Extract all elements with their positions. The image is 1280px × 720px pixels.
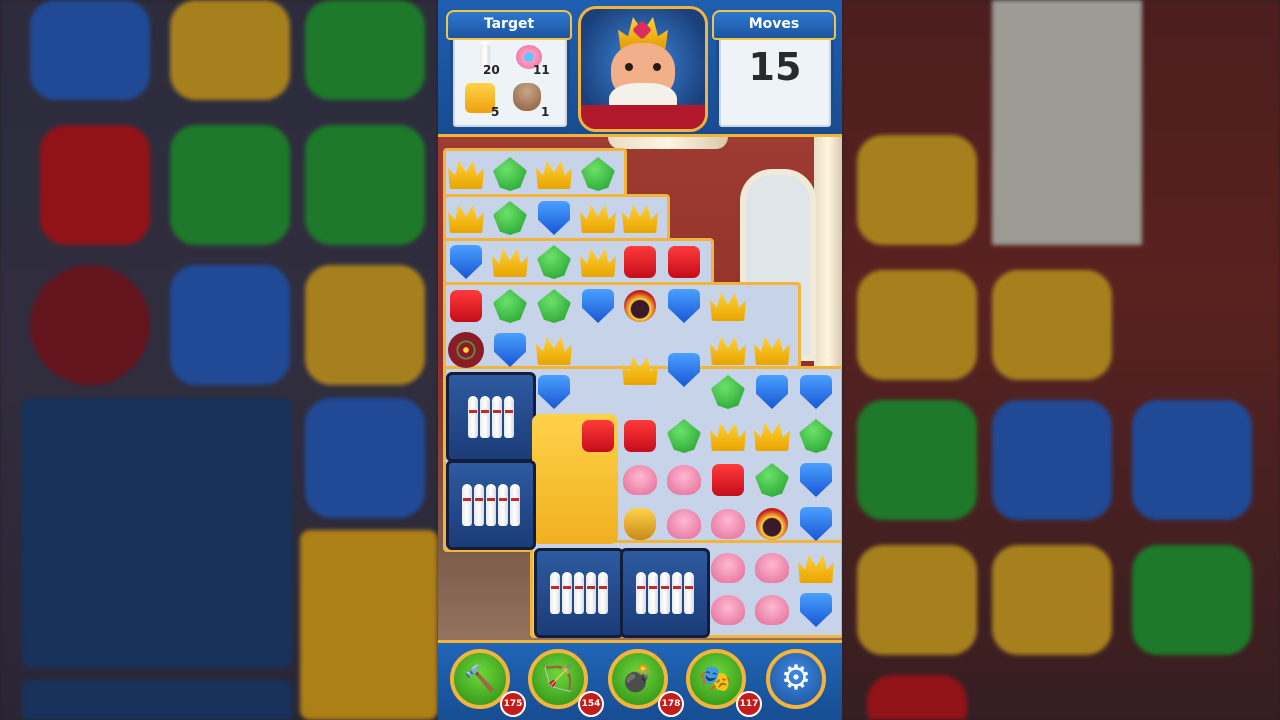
shield-tile[interactable] (662, 284, 706, 328)
box-tile[interactable] (618, 240, 662, 284)
king-avatar (578, 6, 708, 132)
bowling-pins-blocker (446, 372, 536, 462)
shield-tile[interactable] (444, 240, 488, 284)
shell-tile[interactable] (662, 458, 706, 502)
jester-ball-tile[interactable] (750, 502, 794, 546)
candy-bomb-tile[interactable] (444, 328, 488, 372)
target-label: Target (446, 10, 572, 40)
crown-tile[interactable] (576, 196, 620, 240)
jester-ball-tile[interactable] (618, 284, 662, 328)
shield-tile[interactable] (794, 370, 838, 414)
leaf-tile[interactable] (488, 196, 532, 240)
leaf-tile[interactable] (488, 152, 532, 196)
box-tile[interactable] (706, 458, 750, 502)
leaf-tile[interactable] (576, 152, 620, 196)
target-panel: 20 11 5 1 (450, 30, 570, 130)
top-bar: 20 11 5 1 Target 15 Moves (438, 0, 842, 137)
bowling-pins-blocker (534, 548, 624, 638)
leaf-tile[interactable] (662, 414, 706, 458)
box-tile[interactable] (662, 240, 706, 284)
bowling-pins-blocker (620, 548, 710, 638)
crown-tile[interactable] (532, 152, 576, 196)
crown-tile[interactable] (444, 152, 488, 196)
shell-tile[interactable] (706, 546, 750, 590)
shield-tile[interactable] (662, 348, 706, 392)
gear-icon: ⚙ (780, 658, 812, 698)
crown-tile[interactable] (706, 414, 750, 458)
arrow-icon: 🏹 (541, 664, 575, 694)
crown-tile[interactable] (444, 196, 488, 240)
crown-tile[interactable] (794, 546, 838, 590)
background-right (842, 0, 1280, 720)
moves-label: Moves (712, 10, 836, 40)
hammer-count: 175 (500, 691, 526, 717)
background-left (0, 0, 438, 720)
crown-tile[interactable] (706, 328, 750, 372)
cannon-icon: 💣 (621, 664, 655, 694)
crown-tile[interactable] (750, 328, 794, 372)
shell-tile[interactable] (750, 546, 794, 590)
cannon-count: 178 (658, 691, 684, 717)
shield-tile[interactable] (750, 370, 794, 414)
target-count-honey: 5 (491, 105, 500, 119)
box-tile[interactable] (576, 414, 620, 458)
settings-button[interactable]: ⚙ (766, 649, 826, 709)
shield-tile[interactable] (532, 370, 576, 414)
moves-panel: 15 (716, 30, 834, 130)
shield-tile[interactable] (488, 328, 532, 372)
pot-icon (511, 83, 543, 115)
box-tile[interactable] (444, 284, 488, 328)
leaf-tile[interactable] (532, 240, 576, 284)
shell-tile[interactable] (618, 458, 662, 502)
target-count-pins: 20 (483, 63, 500, 77)
crown-tile[interactable] (532, 328, 576, 372)
crown-tile[interactable] (488, 240, 532, 284)
crown-tile[interactable] (618, 348, 662, 392)
jester-hat-icon: 🎭 (699, 664, 733, 694)
leaf-tile[interactable] (488, 284, 532, 328)
jester-count: 117 (736, 691, 762, 717)
leaf-tile[interactable] (750, 458, 794, 502)
hammer-icon: 🔨 (463, 664, 497, 694)
crown-tile[interactable] (576, 240, 620, 284)
game-screen: 20 11 5 1 Target 15 Moves 🔨 175 🏹 154 💣 … (438, 0, 842, 720)
booster-bar: 🔨 175 🏹 154 💣 178 🎭 117 ⚙ (438, 640, 842, 720)
shell-tile[interactable] (706, 588, 750, 632)
target-count-shells: 11 (533, 63, 550, 77)
shell-tile[interactable] (662, 502, 706, 546)
crown-tile[interactable] (750, 414, 794, 458)
target-count-pot: 1 (541, 105, 550, 119)
crown-tile[interactable] (706, 284, 750, 328)
moves-counter: 15 (748, 45, 802, 89)
honey-pot-tile[interactable] (618, 502, 662, 546)
arrow-count: 154 (578, 691, 604, 717)
crown-tile[interactable] (618, 196, 662, 240)
shield-tile[interactable] (576, 284, 620, 328)
leaf-tile[interactable] (706, 370, 750, 414)
shield-tile[interactable] (794, 502, 838, 546)
shield-tile[interactable] (794, 458, 838, 502)
shield-tile[interactable] (794, 588, 838, 632)
shell-tile[interactable] (750, 588, 794, 632)
bowling-pins-blocker (446, 460, 536, 550)
leaf-tile[interactable] (532, 284, 576, 328)
box-tile[interactable] (618, 414, 662, 458)
shell-tile[interactable] (706, 502, 750, 546)
leaf-tile[interactable] (794, 414, 838, 458)
shield-tile[interactable] (532, 196, 576, 240)
